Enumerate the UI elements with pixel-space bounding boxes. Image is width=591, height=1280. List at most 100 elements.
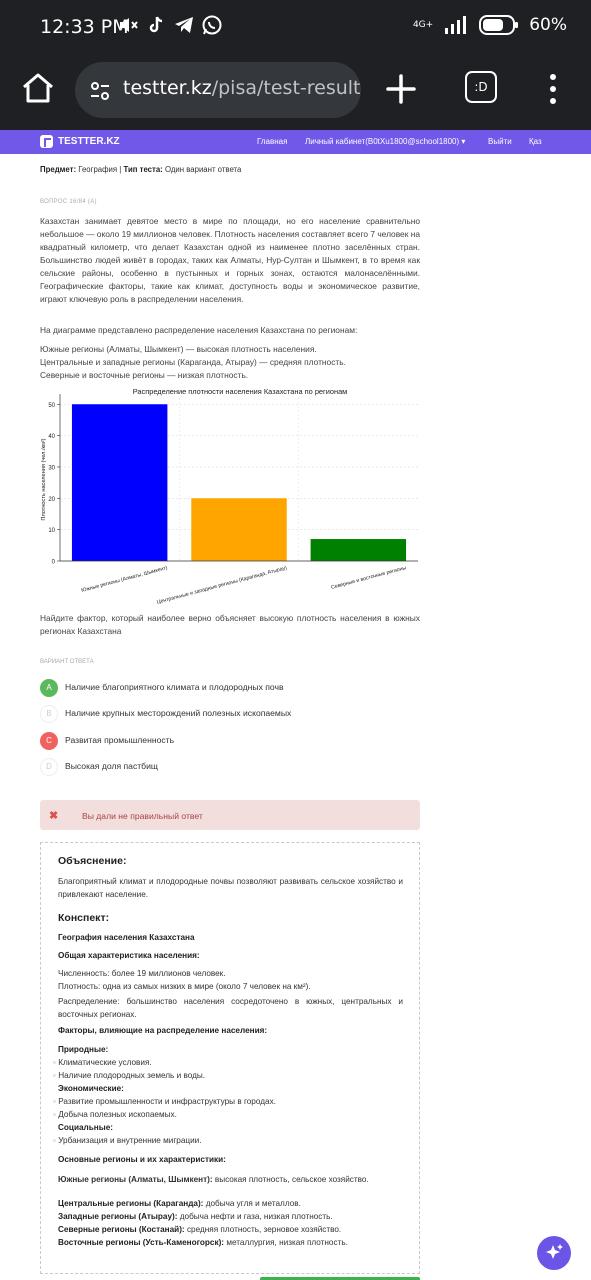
status-bar: 12:33 PM 4G+ 60% bbox=[0, 0, 591, 54]
explanation-panel: Объяснение: Благоприятный климат и плодо… bbox=[40, 842, 420, 1274]
url-path: /pisa/test-result/s bbox=[211, 77, 361, 99]
mute-icon bbox=[120, 18, 138, 32]
type-value: Один вариант ответа bbox=[164, 165, 242, 174]
region-line-central: Центральные и западные регионы (Караганд… bbox=[40, 357, 346, 367]
option-a[interactable]: A Наличие благоприятного климата и плодо… bbox=[40, 679, 420, 699]
url-text[interactable]: testter.kz/pisa/test-result/s bbox=[123, 77, 361, 99]
url-host: testter.kz bbox=[123, 77, 212, 99]
y-axis-label: Плотность населения (чел./км²) bbox=[41, 438, 47, 520]
region-central-name: Центральные регионы (Караганда): bbox=[58, 1199, 204, 1208]
menu-icon[interactable] bbox=[545, 72, 561, 106]
network-type: 4G+ bbox=[412, 19, 434, 30]
ai-assistant-button[interactable] bbox=[537, 1236, 571, 1270]
whatsapp-icon bbox=[202, 15, 222, 35]
region-south-desc: высокая плотность, сельское хозяйство. bbox=[214, 1175, 369, 1184]
subject-label: Предмет: bbox=[40, 165, 77, 174]
summary-title: Конспект: bbox=[58, 912, 110, 924]
option-a-badge: A bbox=[40, 679, 58, 697]
notification-icons bbox=[117, 14, 223, 36]
natural-item-1: Климатические условия. bbox=[53, 1058, 152, 1067]
general-line-count: Численность: более 19 миллионов человек. bbox=[58, 969, 226, 978]
explanation-title: Объяснение: bbox=[58, 855, 127, 867]
nav-lang-link[interactable]: Қаз bbox=[529, 137, 542, 146]
factors-title: Факторы, влияющие на распределение насел… bbox=[58, 1026, 268, 1035]
region-south: Южные регионы (Алматы, Шымкент): высокая… bbox=[58, 1173, 403, 1186]
options-label: ВАРИАНТ ОТВЕТА bbox=[40, 659, 94, 665]
error-icon: ✖ bbox=[49, 810, 59, 822]
general-title: Общая характеристика населения: bbox=[58, 951, 200, 960]
nav-home-link[interactable]: Главная bbox=[257, 137, 287, 146]
question-prompt: Найдите фактор, который наиболее верно о… bbox=[40, 613, 420, 636]
social-title: Социальные: bbox=[58, 1123, 113, 1132]
battery-level: 60% bbox=[529, 15, 567, 35]
option-d[interactable]: D Высокая доля пастбищ bbox=[40, 758, 420, 778]
economic-item-1: Развитие промышленности и инфраструктуры… bbox=[53, 1097, 276, 1106]
region-east-name: Восточные регионы (Усть-Каменогорск): bbox=[58, 1238, 225, 1247]
region-line-north: Северные и восточные регионы — низкая пл… bbox=[40, 370, 249, 380]
option-c-text: Развитая промышленность bbox=[65, 735, 175, 745]
logo-icon[interactable] bbox=[40, 135, 53, 148]
option-d-badge: D bbox=[40, 758, 58, 776]
address-bar[interactable]: testter.kz/pisa/test-result/s bbox=[75, 62, 361, 118]
bar-2 bbox=[191, 498, 287, 561]
y-tick-label: 40 bbox=[48, 434, 55, 440]
browser-toolbar: testter.kz/pisa/test-result/s :D bbox=[0, 54, 591, 130]
subject-value: География bbox=[78, 165, 118, 174]
option-c-badge: C bbox=[40, 732, 58, 750]
diagram-intro: На диаграмме представлено распределение … bbox=[40, 325, 358, 335]
nav-logout-link[interactable]: Выйти bbox=[488, 137, 512, 146]
status-time: 12:33 PM bbox=[40, 16, 129, 38]
wrong-answer-alert: ✖ Вы дали не правильный ответ bbox=[40, 800, 420, 830]
explanation-text: Благоприятный климат и плодородные почвы… bbox=[58, 877, 403, 899]
regions-title: Основные регионы и их характеристики: bbox=[58, 1155, 226, 1164]
region-central-desc: добыча угля и металлов. bbox=[205, 1199, 301, 1208]
chart-title: Распределение плотности населения Казахс… bbox=[133, 387, 348, 396]
question-number: ВОПРОС 16/84 (A) bbox=[40, 199, 97, 205]
test-meta: Предмет: География | Тип теста: Один вар… bbox=[40, 165, 242, 174]
battery-icon bbox=[479, 15, 519, 35]
region-west: Западные регионы (Атырау): добыча нефти … bbox=[58, 1212, 333, 1221]
region-west-desc: добыча нефти и газа, низкая плотность. bbox=[179, 1212, 333, 1221]
natural-item-2: Наличие плодородных земель и воды. bbox=[53, 1071, 205, 1080]
y-tick-label: 30 bbox=[48, 465, 55, 471]
site-settings-icon[interactable] bbox=[89, 80, 111, 102]
telegram-icon bbox=[175, 17, 193, 33]
y-tick-label: 50 bbox=[48, 403, 55, 409]
population-density-chart: Распределение плотности населения Казахс… bbox=[41, 387, 418, 606]
y-tick-label: 0 bbox=[52, 560, 56, 566]
x-tick-label: Южные регионы (Алматы, Шымкент) bbox=[81, 565, 169, 594]
nav-cabinet-link[interactable]: Личный кабинет(B0tXu1800@school1800) ▾ bbox=[305, 137, 465, 146]
option-c[interactable]: C Развитая промышленность bbox=[40, 732, 420, 752]
home-icon[interactable] bbox=[20, 70, 56, 106]
option-a-text: Наличие благоприятного климата и плодоро… bbox=[65, 682, 284, 692]
summary-topic: География населения Казахстана bbox=[58, 933, 195, 942]
option-b[interactable]: B Наличие крупных месторождений полезных… bbox=[40, 705, 420, 725]
economic-title: Экономические: bbox=[58, 1084, 124, 1093]
status-right: 4G+ 60% bbox=[413, 15, 567, 35]
general-line-density: Плотность: одна из самых низких в мире (… bbox=[58, 982, 311, 991]
social-item-1: Урбанизация и внутренние миграции. bbox=[53, 1136, 201, 1145]
option-b-text: Наличие крупных месторождений полезных и… bbox=[65, 708, 292, 718]
option-d-text: Высокая доля пастбищ bbox=[65, 761, 158, 771]
region-east: Восточные регионы (Усть-Каменогорск): ме… bbox=[58, 1238, 348, 1247]
region-north: Северные регионы (Костанай): средняя пло… bbox=[58, 1225, 341, 1234]
x-tick-label: Северные и восточные регионы bbox=[331, 565, 407, 591]
bar-1 bbox=[71, 404, 168, 561]
site-logo[interactable]: TESTTER.KZ bbox=[58, 136, 120, 147]
region-south-name: Южные регионы (Алматы, Шымкент): bbox=[58, 1175, 213, 1184]
region-line-south: Южные регионы (Алматы, Шымкент) — высока… bbox=[40, 344, 317, 354]
alert-text: Вы дали не правильный ответ bbox=[82, 811, 203, 821]
option-b-badge: B bbox=[40, 705, 58, 723]
region-west-name: Западные регионы (Атырау): bbox=[58, 1212, 178, 1221]
new-tab-icon[interactable] bbox=[384, 72, 418, 106]
region-north-desc: средняя плотность, зерновое хозяйство. bbox=[186, 1225, 342, 1234]
region-east-desc: металлургия, низкая плотность. bbox=[226, 1238, 348, 1247]
sparkle-icon bbox=[546, 1244, 563, 1259]
site-navbar: TESTTER.KZ Главная Личный кабинет(B0tXu1… bbox=[0, 130, 591, 154]
y-tick-label: 10 bbox=[48, 528, 55, 534]
region-north-name: Северные регионы (Костанай): bbox=[58, 1225, 185, 1234]
tab-switcher-button[interactable]: :D bbox=[465, 71, 497, 103]
x-tick-label: Центральные и западные регионы (Караганд… bbox=[156, 565, 288, 606]
y-tick-label: 20 bbox=[48, 497, 55, 503]
signal-icon bbox=[445, 16, 467, 34]
